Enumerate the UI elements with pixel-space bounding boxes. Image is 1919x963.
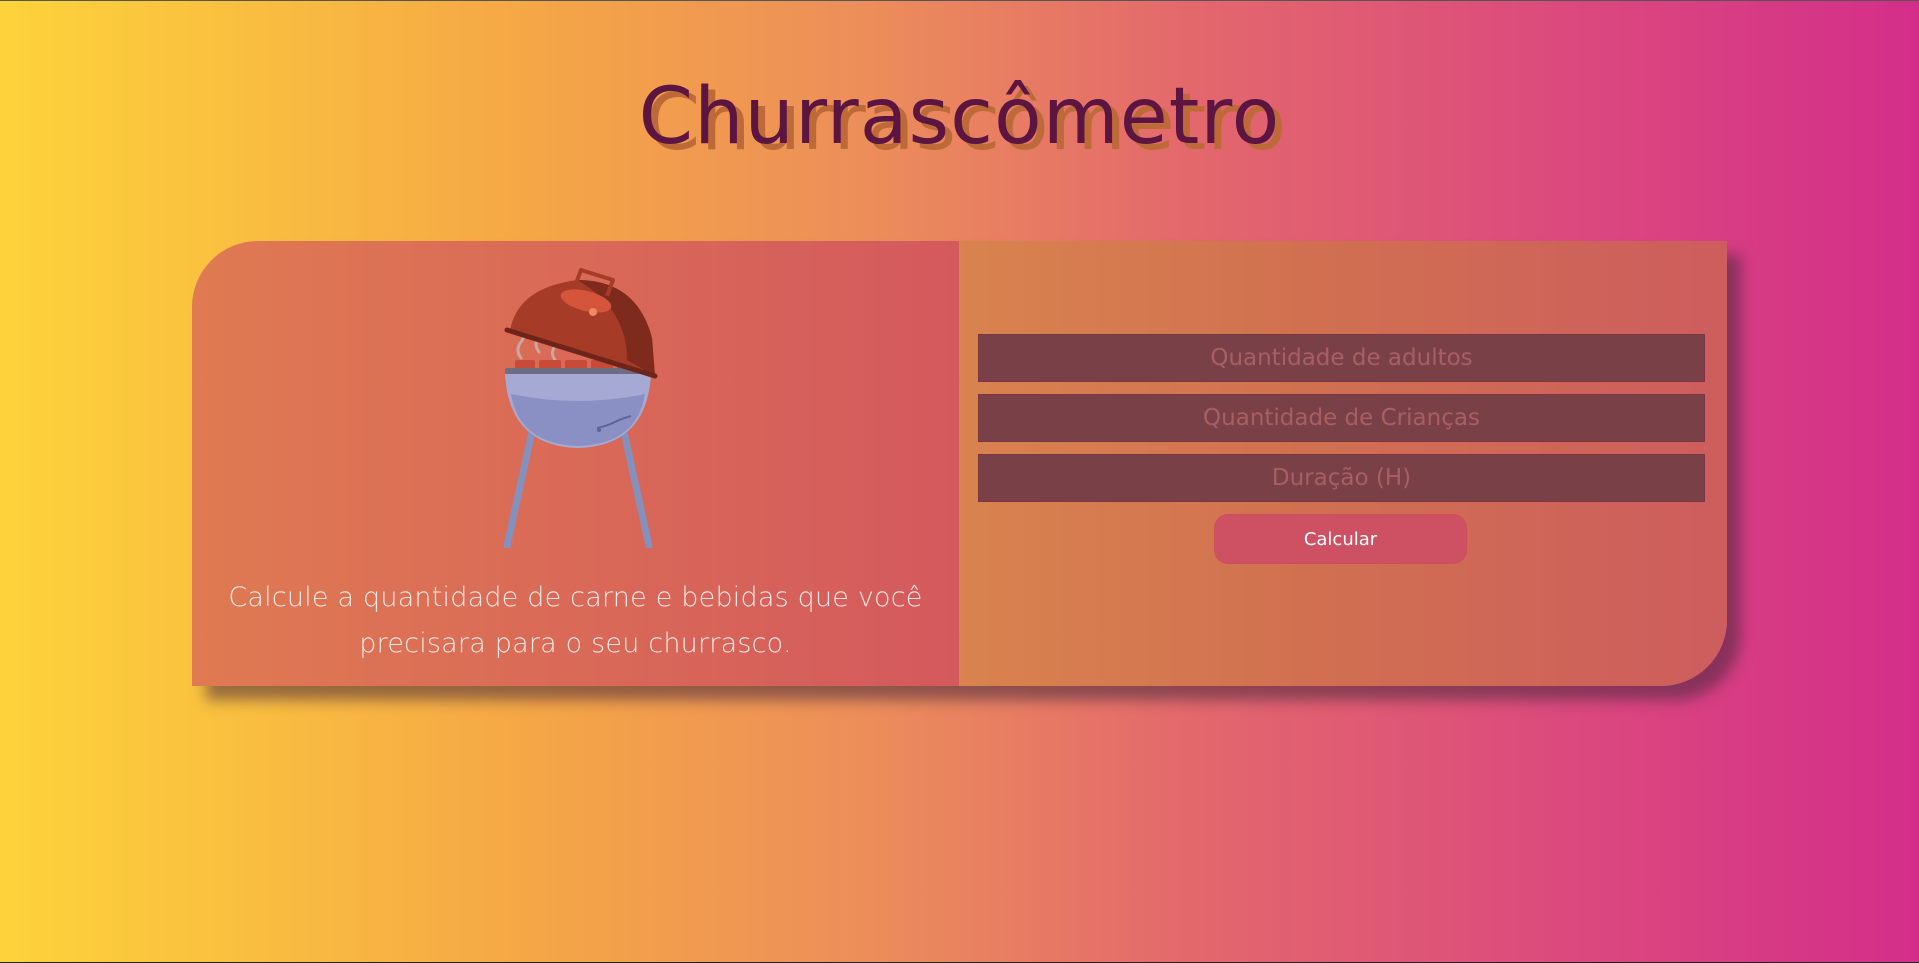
adults-quantity-input[interactable] [978, 334, 1705, 382]
intro-panel: Calcule a quantidade de carne e bebidas … [192, 241, 959, 686]
form-panel: Calcular [959, 241, 1727, 686]
calculate-button[interactable]: Calcular [1214, 514, 1467, 564]
barbecue-grill-icon [503, 268, 658, 548]
children-quantity-input[interactable] [978, 394, 1705, 442]
duration-hours-input[interactable] [978, 454, 1705, 502]
top-border [0, 0, 1919, 1]
calculator-card: Calcule a quantidade de carne e bebidas … [192, 241, 1727, 686]
intro-description: Calcule a quantidade de carne e bebidas … [228, 582, 923, 659]
page-title: Churrascômetro [638, 72, 1281, 162]
